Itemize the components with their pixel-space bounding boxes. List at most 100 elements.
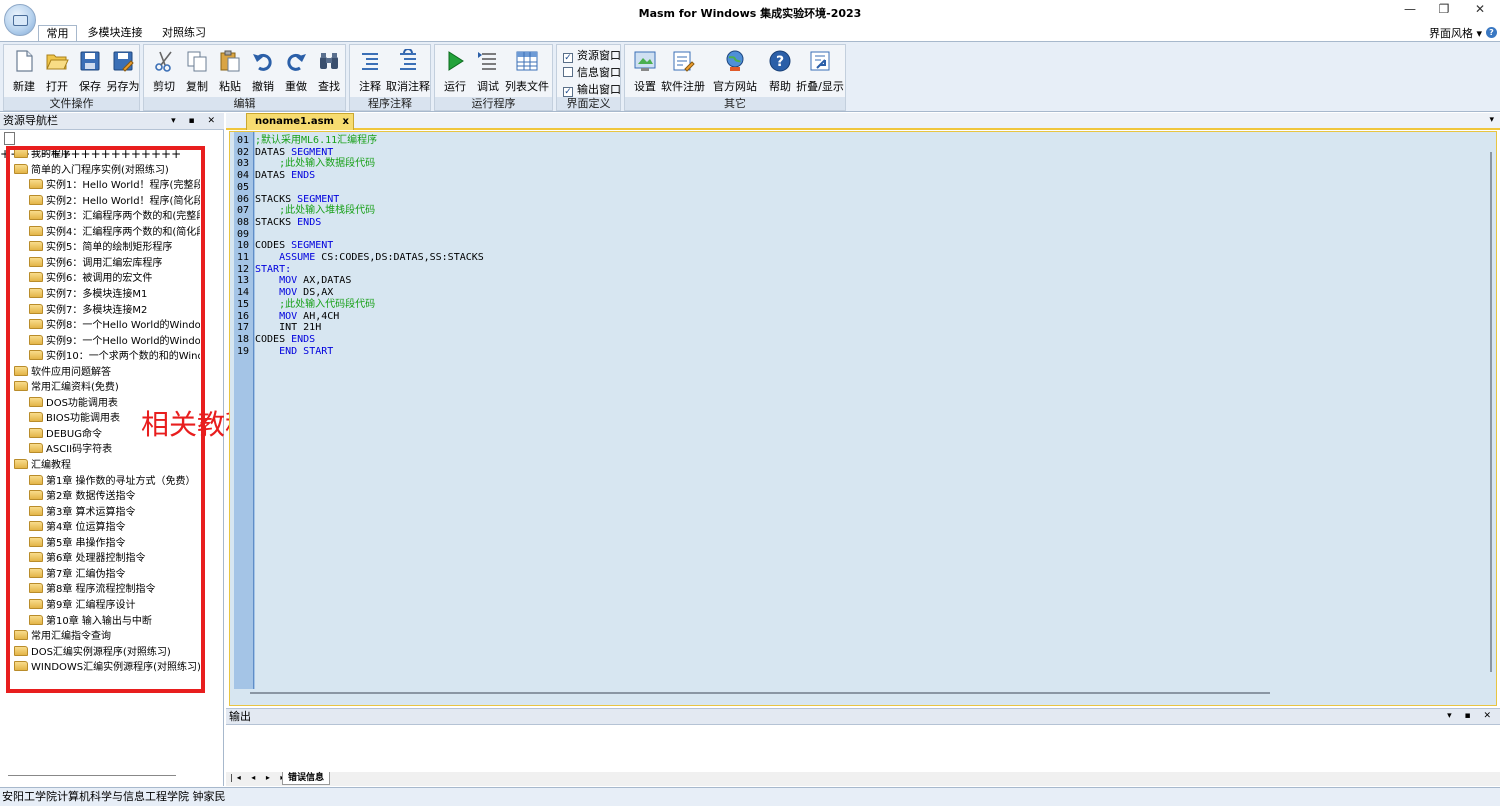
edit-group: 剪切 复制 粘贴 撤销 重做 查找 编辑 (143, 44, 346, 111)
save-as-button[interactable]: 另存为 (103, 49, 143, 97)
line-number: 02 (237, 146, 250, 158)
code-editor[interactable]: 01 ;默认采用ML6.11汇编程序 02 DATAS SEGMENT 03 ;此处输入… (229, 131, 1497, 706)
code-keyword: MOV (279, 275, 298, 287)
resource-window-toggle[interactable]: ✓ 资源窗口 (563, 48, 621, 63)
code-keyword: ASSUME (279, 252, 316, 263)
website-button[interactable]: 官方网站 (713, 49, 757, 97)
app-icon (13, 15, 28, 26)
paste-icon (220, 50, 240, 72)
code-text: MOV AH,4CH (255, 311, 339, 323)
resource-window-label: 资源窗口 (577, 49, 621, 62)
line-number: 12 (237, 263, 250, 275)
code-text: CODES ENDS (255, 334, 315, 346)
line-number: 18 (237, 333, 250, 345)
info-window-toggle[interactable]: 信息窗口 (563, 65, 621, 80)
list-file-button[interactable]: 列表文件 (505, 49, 549, 97)
play-icon (448, 51, 464, 71)
output-pane-buttons[interactable]: ▾ ▪ ✕ (1447, 709, 1496, 724)
output-window-toggle[interactable]: ✓ 输出窗口 (563, 82, 621, 97)
code-text: MOV AX,DATAS (255, 275, 351, 287)
output-title: 输出 (229, 710, 251, 723)
tab-list-menu-icon[interactable]: ▾ (1489, 115, 1494, 125)
code-text: STACKS ENDS (255, 217, 321, 229)
scissors-icon (155, 51, 172, 72)
tab-multi-module[interactable]: 多模块连接 (82, 25, 148, 41)
code-line: 01 ;默认采用ML6.11汇编程序 (230, 135, 1490, 147)
code-text: ;此处输入堆栈段代码 (255, 205, 375, 217)
comment-group: 注释 取消注释 程序注释 (349, 44, 431, 111)
run-group-label: 运行程序 (435, 97, 552, 110)
close-button[interactable]: ✕ (1470, 2, 1490, 20)
restore-button[interactable]: ❐ (1434, 2, 1454, 20)
code-text: INT 21H (255, 322, 321, 334)
code-text: START: (255, 264, 291, 276)
code-line: 16 MOV AH,4CH (230, 311, 1490, 323)
run-group: 运行 调试 列表文件 运行程序 (434, 44, 553, 111)
view-group: ✓ 资源窗口 信息窗口 ✓ 输出窗口 界面定义 (556, 44, 621, 111)
table-icon (516, 51, 538, 71)
code-keyword: START: (255, 263, 292, 275)
file-group-label: 文件操作 (4, 97, 139, 110)
minimize-button[interactable]: — (1400, 2, 1420, 20)
line-number: 19 (237, 345, 250, 357)
code-token: DATAS (255, 170, 292, 182)
editor-horizontal-scrollbar[interactable] (250, 692, 1270, 694)
code-keyword: END START (279, 345, 334, 357)
line-number: 16 (237, 310, 250, 322)
app-menu-button[interactable] (4, 4, 36, 36)
tab-error-info[interactable]: 错误信息 (282, 772, 330, 785)
code-text: MOV DS,AX (255, 287, 333, 299)
new-file-icon (16, 50, 33, 72)
code-line: 07 ;此处输入堆栈段代码 (230, 205, 1490, 217)
find-button[interactable]: 查找 (309, 49, 349, 97)
settings-icon (634, 51, 656, 71)
file-icon[interactable] (4, 132, 15, 145)
line-number: 06 (237, 193, 250, 205)
help-icon[interactable]: ? (1486, 27, 1497, 38)
line-number: 11 (237, 252, 250, 263)
code-text: ;此处输入代码段代码 (255, 299, 375, 311)
code-line: 09 (230, 229, 1490, 241)
line-number: 14 (237, 287, 250, 299)
uncomment-icon (400, 49, 416, 70)
editor-vertical-scrollbar[interactable] (1490, 152, 1492, 672)
interface-style-menu[interactable]: 界面风格 ▾ (1429, 25, 1482, 41)
tab-common[interactable]: 常用 (38, 25, 77, 41)
line-number: 10 (237, 240, 250, 252)
output-tab-bar: |◂ ◂ ▸ ▸| 错误信息 (226, 772, 1500, 786)
code-token: AH,4CH (297, 310, 340, 322)
info-window-checkbox[interactable] (563, 67, 573, 77)
title-bar: Masm for Windows 集成实验环境-2023 — ❐ ✕ (0, 0, 1500, 24)
info-window-label: 信息窗口 (577, 66, 621, 79)
line-number: 03 (237, 158, 250, 170)
output-window-checkbox[interactable]: ✓ (563, 87, 573, 97)
navigator-pane-buttons[interactable]: ▾ ▪ ✕ (171, 113, 220, 129)
svg-text:?: ? (776, 54, 784, 70)
close-tab-icon[interactable]: x (343, 114, 349, 130)
document-tab[interactable]: noname1.asm x (246, 113, 354, 130)
line-number: 04 (237, 170, 250, 182)
register-button[interactable]: 软件注册 (661, 49, 705, 97)
code-line: 19 END START (230, 346, 1490, 358)
line-number: 05 (237, 181, 250, 193)
tab-practice[interactable]: 对照练习 (156, 25, 212, 41)
code-line: 04 DATAS ENDS (230, 170, 1490, 182)
save-as-icon (113, 51, 134, 72)
window-title: Masm for Windows 集成实验环境-2023 (638, 7, 862, 20)
code-line: 03 ;此处输入数据段代码 (230, 158, 1490, 170)
code-text: DATAS SEGMENT (255, 147, 333, 159)
uncomment-button[interactable]: 取消注释 (386, 49, 430, 97)
code-text: ASSUME CS:CODES,DS:DATAS,SS:STACKS (255, 252, 484, 264)
navigator-scrollbar[interactable] (8, 775, 176, 776)
code-token: STACKS (255, 216, 298, 228)
code-line: 14 MOV DS,AX (230, 287, 1490, 299)
code-text: ;默认采用ML6.11汇编程序 (255, 135, 377, 147)
resource-window-checkbox[interactable]: ✓ (563, 53, 573, 63)
debug-icon (478, 52, 496, 70)
other-group: 设置 软件注册 官方网站 ? 帮助 折叠/显示 其它 (624, 44, 846, 111)
fold-button[interactable]: 折叠/显示 (796, 49, 844, 97)
code-line: 10 CODES SEGMENT (230, 240, 1490, 252)
